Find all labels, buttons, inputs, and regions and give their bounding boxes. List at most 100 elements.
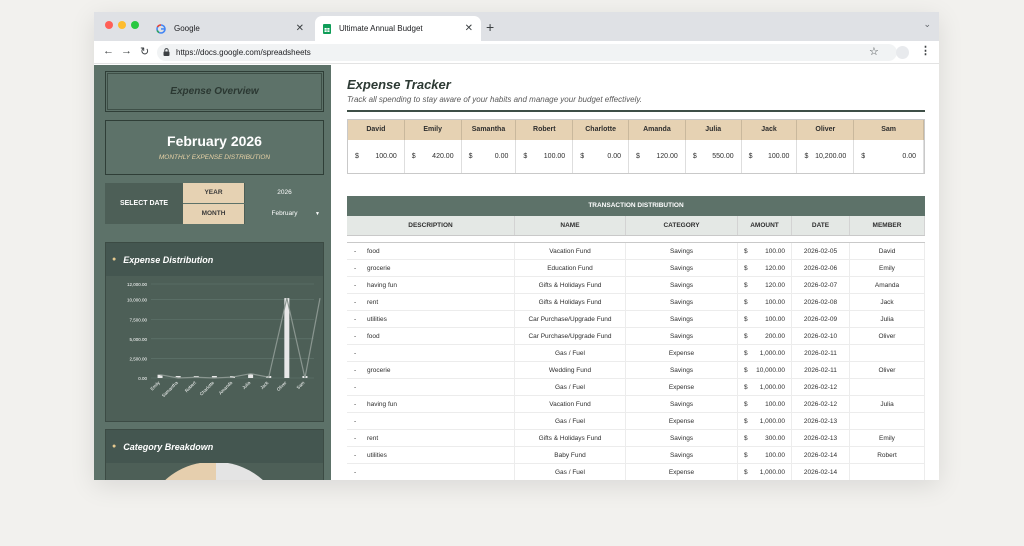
amount-cell[interactable]: $100.00 — [738, 396, 792, 412]
column-header[interactable]: AMOUNT — [738, 216, 792, 235]
amount-cell[interactable]: $1,000.00 — [738, 379, 792, 395]
table-row[interactable]: - having fun Gifts & Holidays Fund Savings $… — [347, 277, 925, 294]
table-row[interactable]: - grocerie Education Fund Savings $120.00 202… — [347, 260, 925, 277]
member-cell[interactable]: Julia — [850, 396, 925, 412]
category-cell[interactable]: Savings — [626, 328, 738, 344]
member-cell[interactable]: Emily — [850, 260, 925, 276]
member-cell[interactable] — [850, 464, 925, 480]
bookmark-star-icon[interactable]: ☆ — [869, 45, 879, 58]
name-cell[interactable]: Car Purchase/Upgrade Fund — [515, 311, 626, 327]
date-cell[interactable]: 2026-02-12 — [792, 379, 850, 395]
close-tab-icon[interactable]: ✕ — [296, 23, 304, 34]
column-header[interactable]: MEMBER — [850, 216, 925, 235]
description-cell[interactable]: - rent — [347, 294, 515, 310]
table-row[interactable]: - Gas / Fuel Expense $1,000.00 2026-02-14 — [347, 464, 925, 480]
table-row[interactable]: - Gas / Fuel Expense $1,000.00 2026-02-11 — [347, 345, 925, 362]
member-cell[interactable]: Oliver — [850, 328, 925, 344]
table-row[interactable]: - utilities Baby Fund Savings $100.00 2026-02… — [347, 447, 925, 464]
chevron-down-icon[interactable]: ⌄ — [923, 19, 931, 30]
date-cell[interactable]: 2026-02-12 — [792, 396, 850, 412]
new-tab-icon[interactable]: + — [486, 19, 494, 35]
member-cell[interactable]: Robert — [850, 447, 925, 463]
table-row[interactable]: - Gas / Fuel Expense $1,000.00 2026-02-13 — [347, 413, 925, 430]
description-cell[interactable]: - grocerie — [347, 260, 515, 276]
member-amount-cell[interactable]: $100.00 — [348, 140, 405, 173]
close-window-button[interactable] — [105, 21, 113, 29]
name-cell[interactable]: Gas / Fuel — [515, 345, 626, 361]
category-cell[interactable]: Savings — [626, 430, 738, 446]
member-cell[interactable] — [850, 379, 925, 395]
date-cell[interactable]: 2026-02-09 — [792, 311, 850, 327]
member-amount-cell[interactable]: $120.00 — [629, 140, 686, 173]
table-row[interactable]: - rent Gifts & Holidays Fund Savings $100.00… — [347, 294, 925, 311]
date-cell[interactable]: 2026-02-14 — [792, 464, 850, 480]
amount-cell[interactable]: $100.00 — [738, 447, 792, 463]
member-cell[interactable]: Julia — [850, 311, 925, 327]
date-cell[interactable]: 2026-02-11 — [792, 362, 850, 378]
description-cell[interactable]: - — [347, 345, 515, 361]
amount-cell[interactable]: $1,000.00 — [738, 345, 792, 361]
description-cell[interactable]: - — [347, 413, 515, 429]
member-amount-cell[interactable]: $100.00 — [742, 140, 798, 173]
member-amount-cell[interactable]: $420.00 — [405, 140, 462, 173]
category-cell[interactable]: Expense — [626, 413, 738, 429]
name-cell[interactable]: Baby Fund — [515, 447, 626, 463]
name-cell[interactable]: Gifts & Holidays Fund — [515, 277, 626, 293]
member-cell[interactable]: Oliver — [850, 362, 925, 378]
name-cell[interactable]: Vacation Fund — [515, 243, 626, 259]
name-cell[interactable]: Education Fund — [515, 260, 626, 276]
member-amount-cell[interactable]: $100.00 — [516, 140, 574, 173]
description-cell[interactable]: - — [347, 464, 515, 480]
member-cell[interactable] — [850, 345, 925, 361]
member-cell[interactable]: Jack — [850, 294, 925, 310]
month-select[interactable]: February ▼ — [244, 204, 324, 224]
column-header[interactable]: CATEGORY — [626, 216, 738, 235]
url-field[interactable]: https://docs.google.com/spreadsheets — [157, 44, 897, 61]
date-cell[interactable]: 2026-02-13 — [792, 430, 850, 446]
tab-budget[interactable]: Ultimate Annual Budget ✕ — [315, 16, 481, 41]
date-cell[interactable]: 2026-02-10 — [792, 328, 850, 344]
amount-cell[interactable]: $120.00 — [738, 260, 792, 276]
date-cell[interactable]: 2026-02-13 — [792, 413, 850, 429]
category-cell[interactable]: Savings — [626, 260, 738, 276]
minimize-window-button[interactable] — [118, 21, 126, 29]
description-cell[interactable]: - — [347, 379, 515, 395]
amount-cell[interactable]: $100.00 — [738, 311, 792, 327]
maximize-window-button[interactable] — [131, 21, 139, 29]
description-cell[interactable]: - having fun — [347, 396, 515, 412]
description-cell[interactable]: - rent — [347, 430, 515, 446]
date-cell[interactable]: 2026-02-08 — [792, 294, 850, 310]
category-cell[interactable]: Savings — [626, 447, 738, 463]
category-cell[interactable]: Expense — [626, 345, 738, 361]
category-cell[interactable]: Savings — [626, 243, 738, 259]
member-cell[interactable] — [850, 413, 925, 429]
category-cell[interactable]: Expense — [626, 464, 738, 480]
name-cell[interactable]: Car Purchase/Upgrade Fund — [515, 328, 626, 344]
table-row[interactable]: - utilities Car Purchase/Upgrade Fund Savin… — [347, 311, 925, 328]
chart-bar[interactable] — [284, 298, 290, 378]
member-amount-cell[interactable]: $0.00 — [573, 140, 630, 173]
name-cell[interactable]: Gas / Fuel — [515, 464, 626, 480]
member-cell[interactable]: Emily — [850, 430, 925, 446]
column-header[interactable]: DATE — [792, 216, 850, 235]
date-cell[interactable]: 2026-02-06 — [792, 260, 850, 276]
category-cell[interactable]: Savings — [626, 396, 738, 412]
table-row[interactable]: - having fun Vacation Fund Savings $100.00 20… — [347, 396, 925, 413]
amount-cell[interactable]: $10,000.00 — [738, 362, 792, 378]
close-tab-icon[interactable]: ✕ — [465, 23, 473, 34]
description-cell[interactable]: - having fun — [347, 277, 515, 293]
amount-cell[interactable]: $120.00 — [738, 277, 792, 293]
amount-cell[interactable]: $300.00 — [738, 430, 792, 446]
description-cell[interactable]: - food — [347, 328, 515, 344]
column-header[interactable]: DESCRIPTION — [347, 216, 515, 235]
table-row[interactable]: - food Car Purchase/Upgrade Fund Savings $20… — [347, 328, 925, 345]
member-amount-cell[interactable]: $550.00 — [686, 140, 742, 173]
member-amount-cell[interactable]: $0.00 — [854, 140, 924, 173]
name-cell[interactable]: Gifts & Holidays Fund — [515, 430, 626, 446]
dropdown-caret-icon[interactable]: ▼ — [315, 204, 320, 224]
description-cell[interactable]: - utilities — [347, 447, 515, 463]
column-header[interactable]: NAME — [515, 216, 626, 235]
name-cell[interactable]: Wedding Fund — [515, 362, 626, 378]
category-cell[interactable]: Savings — [626, 277, 738, 293]
member-cell[interactable]: David — [850, 243, 925, 259]
